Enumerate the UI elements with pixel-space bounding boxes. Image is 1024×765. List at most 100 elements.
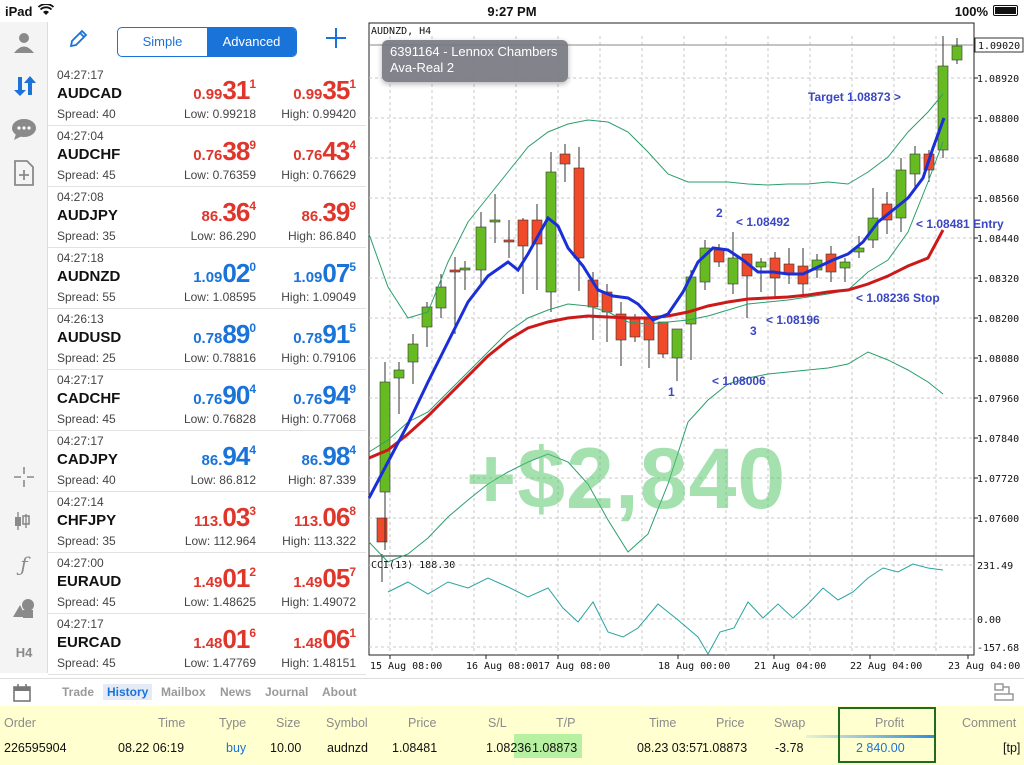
ask-price[interactable]: 1.09075 bbox=[293, 258, 356, 289]
quote-high: High: 0.77068 bbox=[281, 412, 356, 426]
header-swap[interactable]: Swap bbox=[774, 716, 805, 730]
quote-spread: Spread: 25 bbox=[57, 351, 116, 365]
ask-price[interactable]: 86.399 bbox=[302, 197, 356, 228]
tab-journal[interactable]: Journal bbox=[265, 685, 308, 699]
quote-row-cadjpy[interactable]: 04:27:17 CADJPY Spread: 40 86.944 86.984 Low:… bbox=[48, 431, 366, 492]
account-icon[interactable] bbox=[10, 28, 38, 56]
bid-pips: 01 bbox=[222, 563, 250, 593]
quotes-icon[interactable] bbox=[10, 72, 38, 100]
bid-price[interactable]: 86.944 bbox=[202, 441, 256, 472]
ask-price[interactable]: 0.76434 bbox=[293, 136, 356, 167]
bid-price[interactable]: 113.033 bbox=[194, 502, 256, 533]
crosshair-icon[interactable] bbox=[10, 463, 38, 491]
quote-row-audjpy[interactable]: 04:27:08 AUDJPY Spread: 35 86.364 86.399 Low:… bbox=[48, 187, 366, 248]
tab-about[interactable]: About bbox=[322, 685, 357, 699]
header-tp[interactable]: T/P bbox=[556, 716, 575, 730]
quote-row-euraud[interactable]: 04:27:00 EURAUD Spread: 45 1.49012 1.49057 Lo… bbox=[48, 553, 366, 614]
layout-toggle-icon[interactable] bbox=[994, 683, 1014, 706]
bid-price[interactable]: 0.76904 bbox=[193, 380, 256, 411]
bid-price[interactable]: 86.364 bbox=[202, 197, 256, 228]
time-tick-label: 15 Aug 08:00 bbox=[370, 661, 442, 672]
add-symbol-button[interactable] bbox=[322, 26, 350, 54]
indicator-icon[interactable]: ƒ bbox=[10, 550, 38, 578]
header-price[interactable]: Price bbox=[408, 716, 436, 730]
header-symbol[interactable]: Symbol bbox=[326, 716, 368, 730]
header-close-price[interactable]: Price bbox=[716, 716, 744, 730]
quote-low: Low: 86.290 bbox=[190, 229, 256, 243]
ask-price[interactable]: 0.78915 bbox=[293, 319, 356, 350]
tab-mailbox[interactable]: Mailbox bbox=[161, 685, 206, 699]
bid-price[interactable]: 1.49012 bbox=[193, 563, 256, 594]
ask-price[interactable]: 1.49057 bbox=[293, 563, 356, 594]
quote-row-audcad[interactable]: 04:27:17 AUDCAD Spread: 40 0.99311 0.99351 Lo… bbox=[48, 65, 366, 126]
quote-time: 04:26:13 bbox=[57, 312, 104, 326]
advanced-tab[interactable]: Advanced bbox=[207, 28, 296, 56]
bear-candle bbox=[769, 257, 781, 279]
chart-area[interactable]: AUDNZD, H4 1.08920 1.08800 1.08680 1.08560 1.… bbox=[368, 22, 1024, 673]
price-tick-label: 1.08920 bbox=[977, 74, 1019, 85]
ask-pips: 98 bbox=[322, 441, 350, 471]
tab-history[interactable]: History bbox=[103, 684, 153, 700]
tab-trade[interactable]: Trade bbox=[62, 685, 94, 699]
chat-icon[interactable] bbox=[10, 115, 38, 143]
cell-type: buy bbox=[226, 741, 247, 755]
ask-point: 9 bbox=[349, 199, 356, 213]
bid-point: 4 bbox=[249, 382, 256, 396]
new-order-icon[interactable] bbox=[10, 159, 38, 187]
simple-tab[interactable]: Simple bbox=[118, 28, 207, 56]
bid-pips: 03 bbox=[222, 502, 250, 532]
ask-price[interactable]: 1.48061 bbox=[293, 624, 356, 655]
cell-size: 10.00 bbox=[270, 741, 302, 755]
ask-price[interactable]: 113.068 bbox=[294, 502, 356, 533]
chart-annotation: Target 1.08873 > bbox=[808, 90, 901, 104]
header-order[interactable]: Order bbox=[4, 716, 36, 730]
bull-candle bbox=[727, 257, 739, 285]
ask-pips: 91 bbox=[322, 319, 350, 349]
timeframe-label[interactable]: H4 bbox=[10, 638, 38, 666]
quote-row-cadchf[interactable]: 04:27:17 CADCHF Spread: 45 0.76904 0.76949 Lo… bbox=[48, 370, 366, 431]
ask-prefix: 86. bbox=[301, 452, 323, 469]
header-sl[interactable]: S/L bbox=[488, 716, 507, 730]
ask-price[interactable]: 0.99351 bbox=[293, 75, 356, 106]
tab-news[interactable]: News bbox=[220, 685, 251, 699]
price-tick-label: 1.07600 bbox=[977, 514, 1019, 525]
header-type[interactable]: Type bbox=[219, 716, 246, 730]
quote-low: Low: 0.78816 bbox=[183, 351, 256, 365]
bid-price[interactable]: 1.48016 bbox=[193, 624, 256, 655]
ask-point: 9 bbox=[349, 382, 356, 396]
cell-time: 08.22 06:19 bbox=[118, 741, 185, 755]
bid-prefix: 86. bbox=[201, 452, 223, 469]
ask-price[interactable]: 0.76949 bbox=[293, 380, 356, 411]
header-close-time[interactable]: Time bbox=[649, 716, 676, 730]
quote-row-audchf[interactable]: 04:27:04 AUDCHF Spread: 45 0.76389 0.76434 Lo… bbox=[48, 126, 366, 187]
header-comment[interactable]: Comment bbox=[962, 716, 1016, 730]
bull-candle bbox=[393, 369, 405, 379]
price-tick-label: 1.08800 bbox=[977, 114, 1019, 125]
bid-price[interactable]: 0.78890 bbox=[193, 319, 256, 350]
bid-price[interactable]: 0.99311 bbox=[193, 75, 256, 106]
quote-spread: Spread: 40 bbox=[57, 107, 116, 121]
edit-pencil-icon[interactable] bbox=[66, 29, 90, 53]
header-profit[interactable]: Profit bbox=[875, 716, 904, 730]
candles-icon[interactable] bbox=[10, 507, 38, 535]
calendar-icon[interactable] bbox=[12, 683, 32, 703]
bid-prefix: 1.48 bbox=[193, 635, 223, 652]
bid-price[interactable]: 1.09020 bbox=[193, 258, 256, 289]
quote-row-chfjpy[interactable]: 04:27:14 CHFJPY Spread: 35 113.033 113.068 Lo… bbox=[48, 492, 366, 553]
quote-row-eurcad[interactable]: 04:27:17 EURCAD Spread: 45 1.48016 1.48061 Lo… bbox=[48, 614, 366, 675]
quote-row-audnzd[interactable]: 04:27:18 AUDNZD Spread: 55 1.09020 1.09075 Lo… bbox=[48, 248, 366, 309]
header-time[interactable]: Time bbox=[158, 716, 185, 730]
cell-swap: -3.78 bbox=[775, 741, 804, 755]
ask-pips: 06 bbox=[322, 502, 350, 532]
cell-order: 226595904 bbox=[4, 741, 67, 755]
bid-price[interactable]: 0.76389 bbox=[193, 136, 256, 167]
ask-price[interactable]: 86.984 bbox=[302, 441, 356, 472]
price-chart[interactable]: AUDNZD, H4 1.08920 1.08800 1.08680 1.08560 1.… bbox=[368, 22, 1024, 673]
ask-point: 4 bbox=[349, 443, 356, 457]
header-size[interactable]: Size bbox=[276, 716, 300, 730]
bear-candle bbox=[503, 239, 515, 243]
bull-candle bbox=[489, 219, 501, 223]
quote-row-audusd[interactable]: 04:26:13 AUDUSD Spread: 25 0.78890 0.78915 Lo… bbox=[48, 309, 366, 370]
objects-icon[interactable] bbox=[10, 594, 38, 622]
price-tick-label: 1.08560 bbox=[977, 194, 1019, 205]
